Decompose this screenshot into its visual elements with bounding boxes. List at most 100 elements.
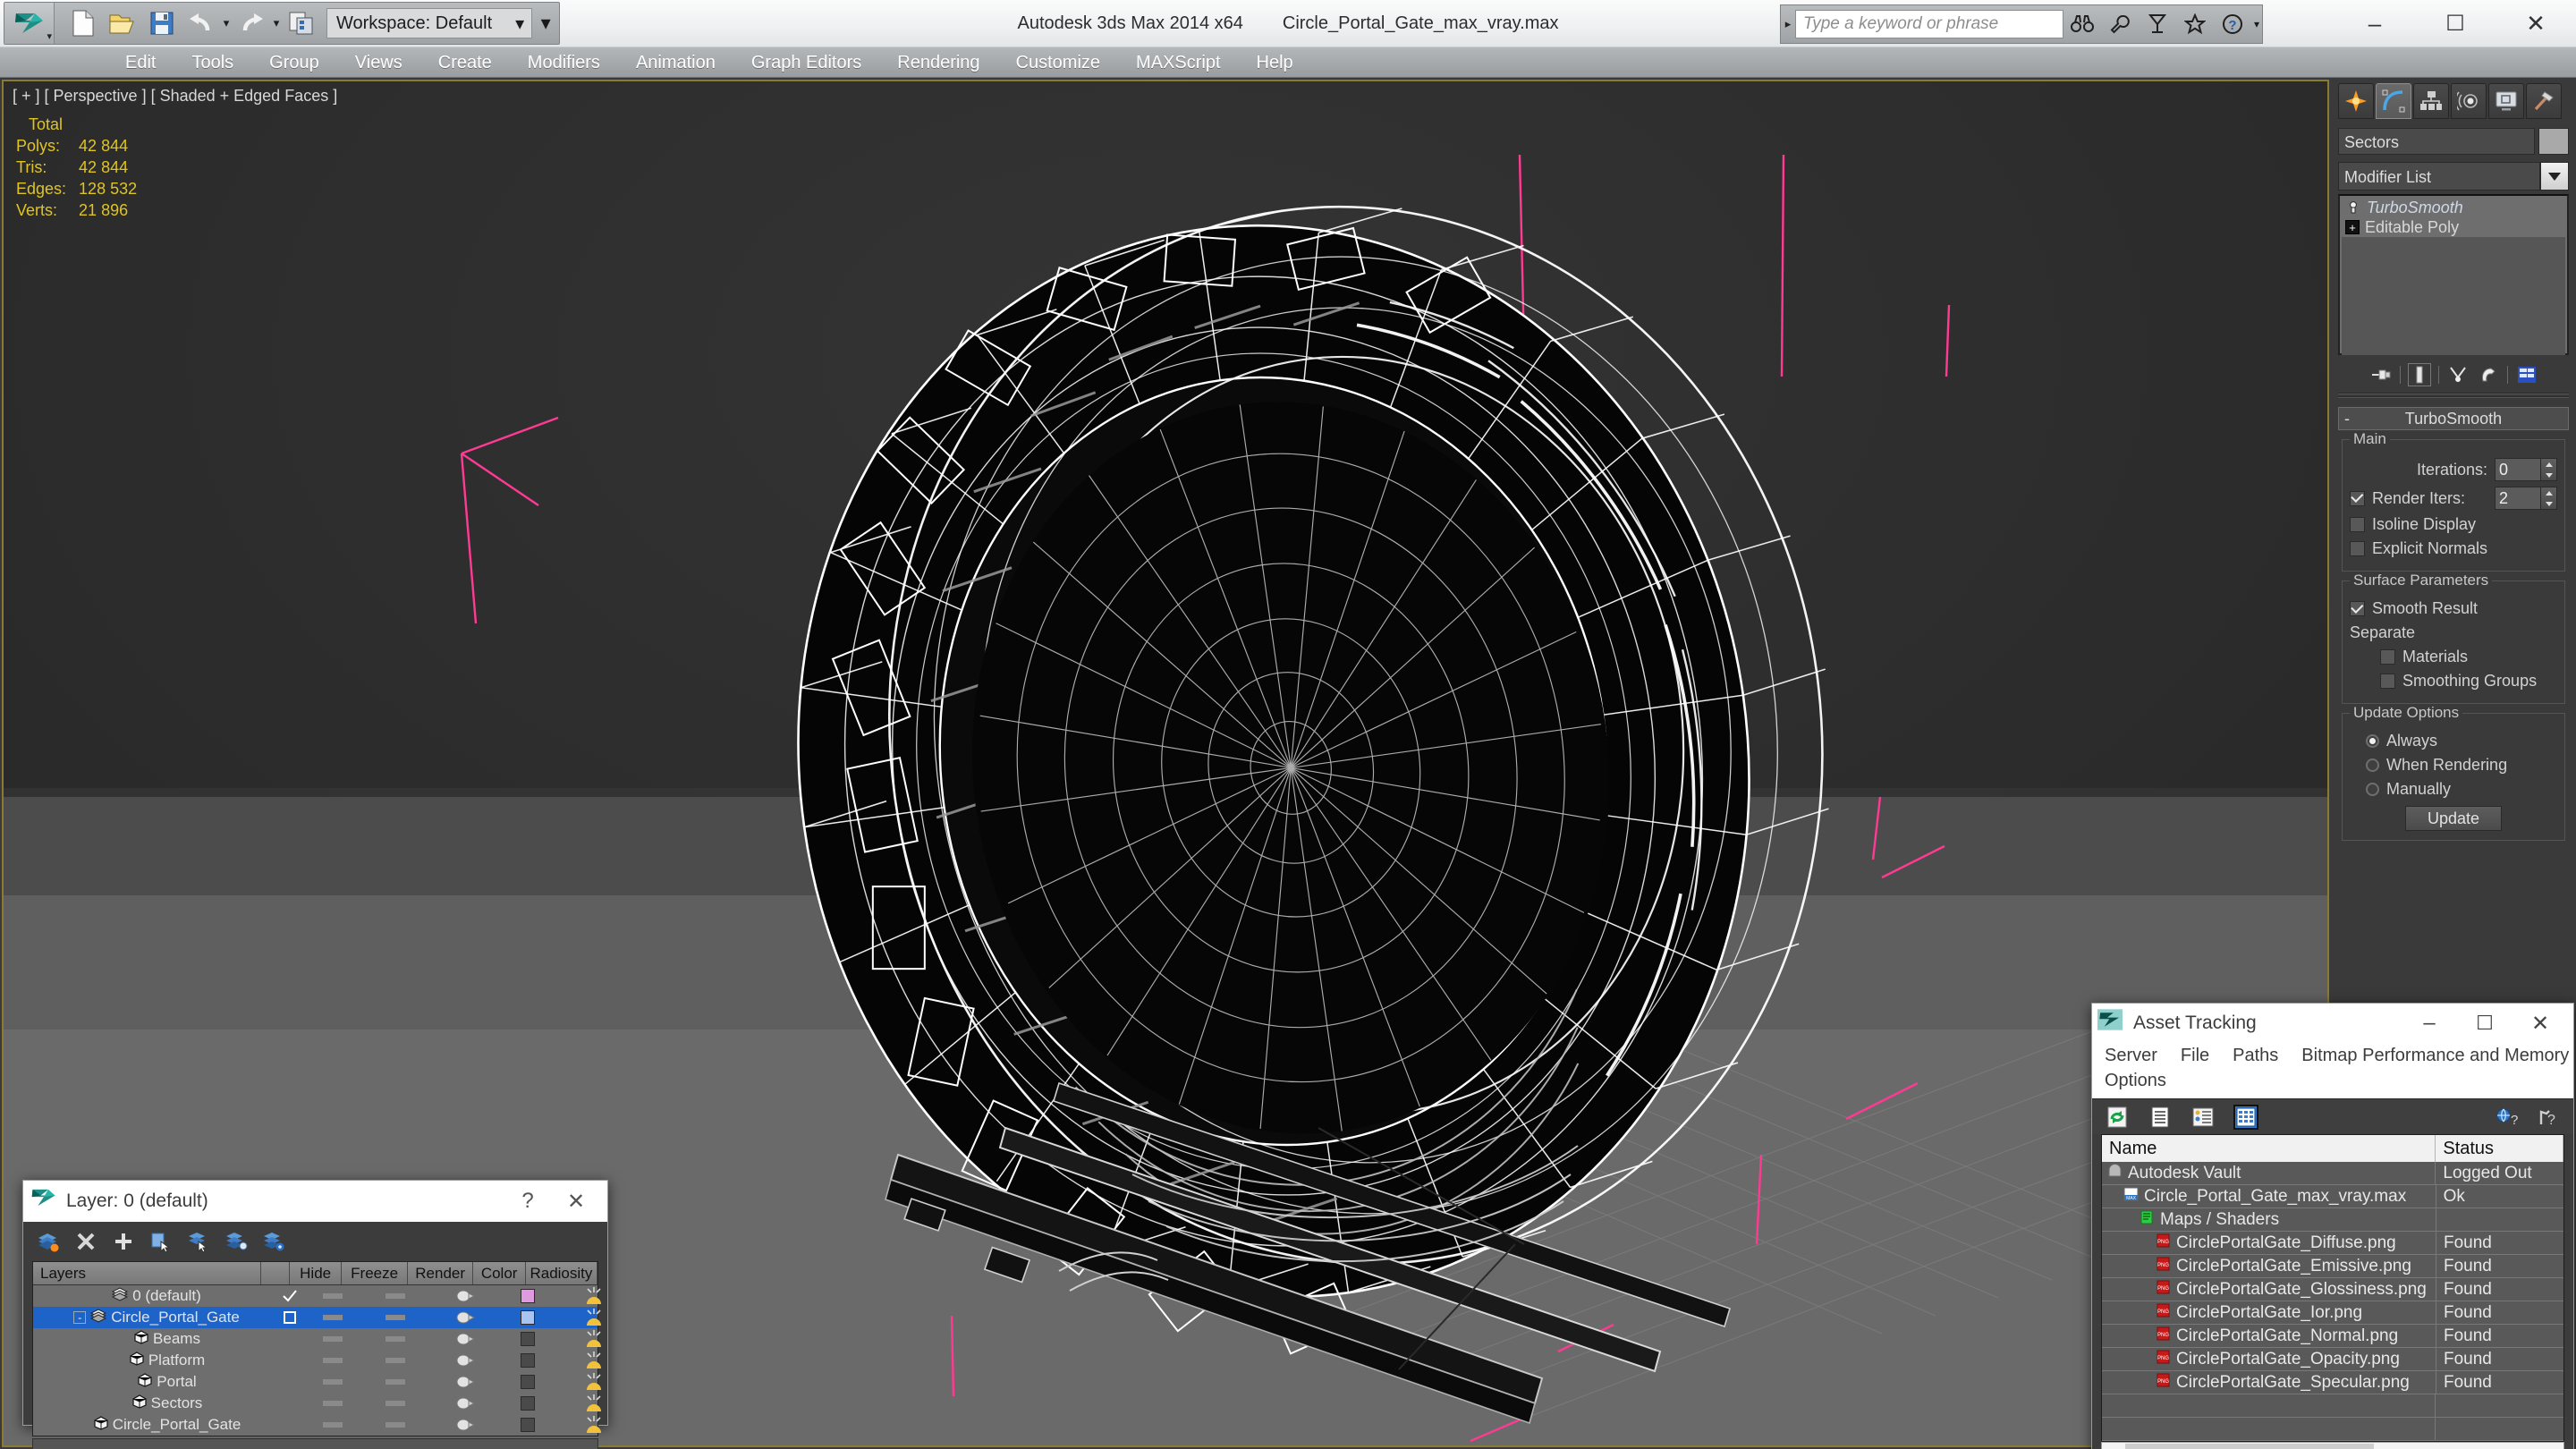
- menu-item-graph-editors[interactable]: Graph Editors: [733, 47, 879, 78]
- layer-radiosity-cell[interactable]: [555, 1329, 631, 1349]
- asset-maximize-button[interactable]: ☐: [2457, 1004, 2512, 1043]
- layer-color-cell[interactable]: [500, 1418, 555, 1432]
- asset-name-cell[interactable]: MAX Circle_Portal_Gate_max_vray.max: [2102, 1185, 2436, 1208]
- layer-freeze-cell[interactable]: [360, 1358, 430, 1363]
- asset-name-cell[interactable]: PNG CirclePortalGate_Glossiness.png: [2102, 1278, 2436, 1301]
- layer-color-chip[interactable]: [521, 1375, 535, 1389]
- scroll-left-icon[interactable]: ‹: [2102, 1445, 2125, 1449]
- remove-modifier-icon[interactable]: [2477, 363, 2500, 386]
- asset-menu-paths[interactable]: Paths: [2233, 1043, 2278, 1068]
- minimize-button[interactable]: –: [2334, 0, 2415, 47]
- asset-name-cell[interactable]: Maps / Shaders: [2102, 1208, 2436, 1231]
- show-end-result-icon[interactable]: [2407, 363, 2431, 386]
- layer-freeze-cell[interactable]: [360, 1422, 430, 1428]
- layer-row[interactable]: Circle_Portal_Gate: [33, 1414, 601, 1436]
- layer-dialog-help-button[interactable]: ?: [504, 1181, 552, 1222]
- asset-row[interactable]: PNG CirclePortalGate_Glossiness.png Found: [2102, 1278, 2563, 1301]
- scroll-track[interactable]: [2125, 1444, 2540, 1449]
- motion-tab-icon[interactable]: [2451, 83, 2487, 119]
- create-new-layer-icon[interactable]: [36, 1229, 61, 1254]
- layer-render-cell[interactable]: [430, 1396, 500, 1411]
- asset-name-cell[interactable]: PNG CirclePortalGate_Emissive.png: [2102, 1255, 2436, 1277]
- layer-select-cell[interactable]: [275, 1290, 305, 1302]
- layer-radiosity-cell[interactable]: [555, 1394, 631, 1413]
- save-file-icon[interactable]: [142, 4, 182, 43]
- layer-freeze-cell[interactable]: [360, 1401, 430, 1406]
- project-folder-icon[interactable]: [282, 4, 321, 43]
- layer-name-cell[interactable]: Sectors: [33, 1394, 275, 1413]
- layer-color-cell[interactable]: [500, 1332, 555, 1346]
- asset-menu-file[interactable]: File: [2181, 1043, 2209, 1068]
- checkbox[interactable]: [2350, 517, 2365, 532]
- layer-freeze-cell[interactable]: [360, 1293, 430, 1299]
- layer-hide-cell[interactable]: [305, 1379, 360, 1385]
- scroll-thumb[interactable]: [2125, 1444, 2375, 1449]
- search-input[interactable]: Type a keyword or phrase: [1795, 10, 2063, 38]
- refresh-icon[interactable]: [2105, 1105, 2130, 1130]
- modifier-stack-item[interactable]: TurboSmooth: [2342, 198, 2565, 217]
- checkbox[interactable]: [2350, 601, 2365, 616]
- spinner-value[interactable]: 2: [2495, 487, 2541, 510]
- grid-view-icon[interactable]: [2233, 1104, 2258, 1130]
- layer-freeze-cell[interactable]: [360, 1336, 430, 1342]
- expand-icon[interactable]: +: [2345, 220, 2360, 234]
- asset-row[interactable]: Autodesk Vault Logged Out: [2102, 1162, 2563, 1185]
- binoculars-icon[interactable]: [2063, 4, 2101, 44]
- checkbox[interactable]: [2380, 649, 2395, 665]
- layer-color-chip[interactable]: [521, 1332, 535, 1346]
- asset-row[interactable]: PNG CirclePortalGate_Normal.png Found: [2102, 1325, 2563, 1348]
- layer-hide-cell[interactable]: [305, 1336, 360, 1342]
- layer-row[interactable]: 0 (default): [33, 1285, 601, 1307]
- detail-view-icon[interactable]: [2190, 1105, 2216, 1130]
- menu-item-views[interactable]: Views: [337, 47, 420, 78]
- update-button[interactable]: Update: [2405, 806, 2502, 831]
- asset-name-cell[interactable]: PNG CirclePortalGate_Ior.png: [2102, 1301, 2436, 1324]
- modify-tab-icon[interactable]: [2376, 83, 2411, 119]
- asset-menu-server[interactable]: Server: [2105, 1043, 2157, 1068]
- display-tab-icon[interactable]: [2488, 83, 2524, 119]
- checkbox[interactable]: [2350, 541, 2365, 556]
- radio-button[interactable]: [2366, 758, 2379, 772]
- menu-item-edit[interactable]: Edit: [107, 47, 174, 78]
- asset-row[interactable]: [2102, 1418, 2563, 1441]
- select-highlighted-icon[interactable]: [148, 1229, 174, 1254]
- close-button[interactable]: ✕: [2496, 0, 2576, 47]
- hierarchy-tab-icon[interactable]: [2413, 83, 2449, 119]
- add-selection-icon[interactable]: [111, 1229, 136, 1254]
- workspace-selector[interactable]: Workspace: Default ▾: [326, 8, 533, 38]
- make-unique-icon[interactable]: [2446, 363, 2470, 386]
- menu-item-rendering[interactable]: Rendering: [879, 47, 997, 78]
- radio-button[interactable]: [2366, 783, 2379, 796]
- layer-render-cell[interactable]: [430, 1418, 500, 1432]
- asset-name-cell[interactable]: PNG CirclePortalGate_Opacity.png: [2102, 1348, 2436, 1370]
- layer-color-chip[interactable]: [521, 1289, 535, 1303]
- spinner-buttons[interactable]: [2541, 458, 2557, 481]
- layer-row[interactable]: Portal: [33, 1371, 601, 1393]
- spinner-value[interactable]: 0: [2495, 458, 2541, 481]
- help-question-icon[interactable]: ?: [2214, 4, 2251, 44]
- layer-radiosity-cell[interactable]: [555, 1372, 631, 1392]
- layer-row[interactable]: Platform: [33, 1350, 601, 1371]
- layer-dialog[interactable]: Layer: 0 (default) ? ✕ Layers Hide Freez…: [22, 1180, 608, 1449]
- rollout-header[interactable]: - TurboSmooth: [2338, 407, 2569, 430]
- menu-item-tools[interactable]: Tools: [174, 47, 251, 78]
- layer-color-cell[interactable]: [500, 1310, 555, 1325]
- spinner[interactable]: 2: [2495, 487, 2557, 510]
- layer-hide-cell[interactable]: [305, 1358, 360, 1363]
- asset-row[interactable]: MAX Circle_Portal_Gate_max_vray.max Ok: [2102, 1185, 2563, 1208]
- layer-freeze-cell[interactable]: [360, 1315, 430, 1320]
- workspace-menu-icon[interactable]: ▾: [532, 4, 559, 43]
- highlight-selected-icon[interactable]: [224, 1229, 249, 1254]
- layer-hide-cell[interactable]: [305, 1401, 360, 1406]
- layer-hide-cell[interactable]: [305, 1422, 360, 1428]
- chevron-down-icon[interactable]: [2540, 162, 2569, 191]
- radio-button[interactable]: [2366, 734, 2379, 748]
- rollout-collapse-icon[interactable]: -: [2344, 410, 2350, 428]
- modifier-stack[interactable]: TurboSmooth + Editable Poly: [2338, 194, 2569, 355]
- layer-radiosity-cell[interactable]: [555, 1351, 631, 1370]
- max-logo-icon[interactable]: ▾: [4, 3, 55, 44]
- layer-color-chip[interactable]: [521, 1396, 535, 1411]
- layer-name-cell[interactable]: Platform: [33, 1351, 275, 1370]
- asset-list[interactable]: Name Status Autodesk Vault Logged Out MAX Ci…: [2101, 1134, 2564, 1442]
- layer-row[interactable]: Sectors: [33, 1393, 601, 1414]
